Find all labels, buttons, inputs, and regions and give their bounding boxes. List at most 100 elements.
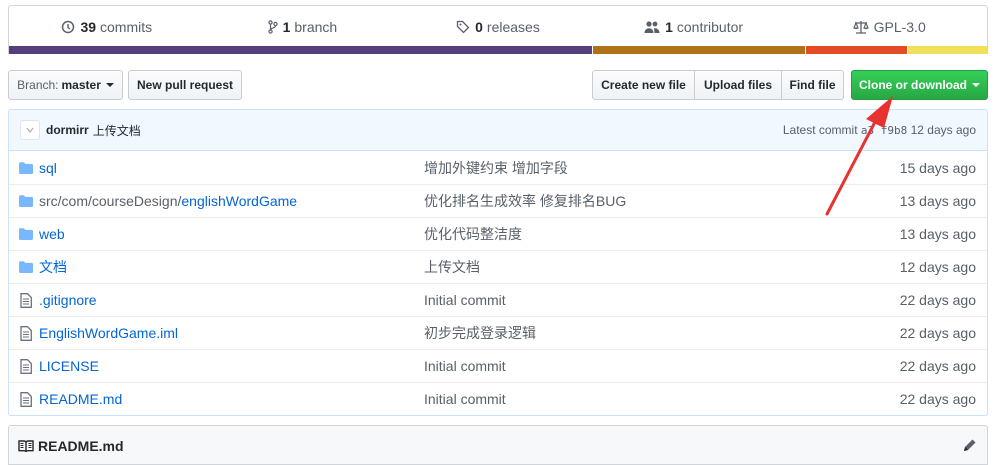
- releases-link[interactable]: 0 releases: [400, 6, 596, 48]
- commit-message-link[interactable]: Initial commit: [424, 391, 837, 407]
- file-list: sql 增加外键约束 增加字段 15 days ago src/com/courseD…: [8, 151, 988, 416]
- commits-count: 39: [80, 19, 97, 35]
- file-row: 文档 上传文档 12 days ago: [9, 250, 987, 283]
- license-link[interactable]: GPL-3.0: [791, 6, 987, 48]
- people-icon: [644, 21, 660, 33]
- commit-age: 22 days ago: [899, 358, 976, 374]
- commit-message-link[interactable]: Initial commit: [424, 358, 837, 374]
- commit-age: 22 days ago: [899, 292, 976, 308]
- folder-icon: [9, 261, 39, 273]
- file-name-link[interactable]: EnglishWordGame.iml: [39, 325, 424, 341]
- commit-sha-link[interactable]: a3 f9b8: [861, 124, 907, 137]
- commit-message-link[interactable]: 初步完成登录逻辑: [424, 323, 837, 343]
- file-name-link[interactable]: .gitignore: [39, 292, 424, 308]
- commit-age: 13 days ago: [899, 193, 976, 209]
- commit-age: 13 days ago: [899, 226, 976, 242]
- branch-prefix: Branch:: [17, 78, 59, 92]
- branch-select-button[interactable]: Branch: master: [8, 70, 123, 100]
- language-bar[interactable]: [9, 46, 987, 54]
- file-row: LICENSE Initial commit 22 days ago: [9, 349, 987, 382]
- file-icon: [9, 391, 39, 407]
- branch-icon: [267, 20, 278, 34]
- contributors-link[interactable]: 1 contributor: [596, 6, 792, 48]
- file-name[interactable]: web: [39, 226, 65, 242]
- language-bar-segment[interactable]: [592, 46, 807, 54]
- avatar-icon: [26, 127, 34, 134]
- commit-age: 22 days ago: [899, 391, 976, 407]
- file-name-link[interactable]: sql: [39, 160, 424, 176]
- file-icon: [9, 358, 39, 374]
- branches-label: branch: [294, 19, 338, 35]
- file-name[interactable]: README.md: [39, 391, 122, 407]
- language-bar-segment[interactable]: [806, 46, 908, 54]
- pencil-icon[interactable]: [961, 438, 977, 454]
- file-row: src/com/courseDesign/englishWordGame 优化排名…: [9, 184, 987, 217]
- upload-files-label: Upload files: [703, 78, 772, 92]
- file-icon: [9, 325, 39, 341]
- commit-message-link[interactable]: 优化排名生成效率 修复排名BUG: [424, 191, 837, 211]
- file-name-link[interactable]: README.md: [39, 391, 424, 407]
- file-name[interactable]: englishWordGame: [181, 193, 297, 209]
- commits-link[interactable]: 39 commits: [9, 6, 205, 48]
- law-icon: [852, 21, 869, 34]
- folder-icon: [9, 161, 39, 174]
- commit-age: 12 days ago: [910, 123, 976, 137]
- file-name-link[interactable]: src/com/courseDesign/englishWordGame: [39, 193, 424, 209]
- file-name-link[interactable]: LICENSE: [39, 358, 424, 374]
- language-bar-segment[interactable]: [9, 46, 593, 54]
- commit-age: 15 days ago: [899, 159, 976, 176]
- dropdown-caret-icon: [972, 83, 980, 87]
- file-row: sql 增加外键约束 增加字段 15 days ago: [9, 151, 987, 184]
- repo-summary-bar: 39 commits 1 branch 0 releases 1 contrib…: [8, 5, 988, 54]
- folder-icon: [9, 228, 39, 240]
- find-file-button[interactable]: Find file: [781, 70, 844, 100]
- file-row: .gitignore Initial commit 22 days ago: [9, 283, 987, 316]
- create-new-file-button[interactable]: Create new file: [592, 70, 695, 100]
- contributors-count: 1: [665, 19, 673, 35]
- file-name-link[interactable]: web: [39, 226, 424, 242]
- file-name[interactable]: sql: [39, 160, 57, 176]
- file-row: README.md Initial commit 22 days ago: [9, 382, 987, 415]
- commit-message-link[interactable]: Initial commit: [424, 292, 837, 308]
- upload-files-button[interactable]: Upload files: [694, 70, 782, 100]
- file-row: EnglishWordGame.iml 初步完成登录逻辑 22 days ago: [9, 316, 987, 349]
- dropdown-caret-icon: [105, 83, 114, 87]
- commit-message-link[interactable]: 增加外键约束 增加字段: [424, 158, 837, 178]
- file-name[interactable]: EnglishWordGame.iml: [39, 325, 178, 341]
- branch-name: master: [61, 78, 101, 92]
- file-name[interactable]: 文档: [39, 259, 67, 275]
- commit-age: 12 days ago: [899, 259, 976, 275]
- releases-label: releases: [486, 19, 540, 35]
- branches-count: 1: [282, 19, 291, 35]
- file-name-link[interactable]: 文档: [39, 257, 424, 277]
- readme-title: README.md: [38, 437, 124, 454]
- commit-message-link[interactable]: 上传文档: [424, 257, 837, 277]
- latest-commit-info: Latest commit a3 f9b8 12 days ago: [783, 123, 976, 137]
- clone-or-download-button[interactable]: Clone or download: [851, 70, 988, 100]
- new-pull-request-label: New pull request: [136, 78, 234, 92]
- commits-label: commits: [100, 19, 153, 35]
- folder-icon: [9, 195, 39, 207]
- new-pull-request-button[interactable]: New pull request: [128, 70, 242, 100]
- create-new-file-label: Create new file: [601, 78, 686, 92]
- file-row: web 优化代码整洁度 13 days ago: [9, 217, 987, 250]
- readme-header: README.md: [8, 425, 988, 465]
- contributors-label: contributor: [676, 19, 744, 35]
- commit-message-link[interactable]: 优化代码整洁度: [424, 224, 837, 244]
- file-icon: [9, 292, 39, 308]
- avatar[interactable]: [20, 120, 40, 140]
- latest-commit-bar: dormirr 上传文档 Latest commit a3 f9b8 12 da…: [8, 109, 988, 151]
- commit-author-link[interactable]: dormirr: [46, 123, 89, 137]
- branches-link[interactable]: 1 branch: [205, 6, 401, 48]
- releases-count: 0: [475, 19, 483, 35]
- file-name[interactable]: .gitignore: [39, 292, 97, 308]
- clone-or-download-label: Clone or download: [859, 78, 967, 92]
- history-icon: [62, 20, 75, 34]
- file-actions-group: Create new file Upload files Find file: [592, 70, 844, 100]
- commit-message-link[interactable]: 上传文档: [93, 122, 141, 139]
- latest-commit-label: Latest commit: [782, 123, 858, 137]
- file-path-prefix[interactable]: src/com/courseDesign/: [39, 193, 181, 209]
- tag-icon: [456, 20, 470, 34]
- file-name[interactable]: LICENSE: [39, 358, 99, 374]
- language-bar-segment[interactable]: [907, 46, 987, 54]
